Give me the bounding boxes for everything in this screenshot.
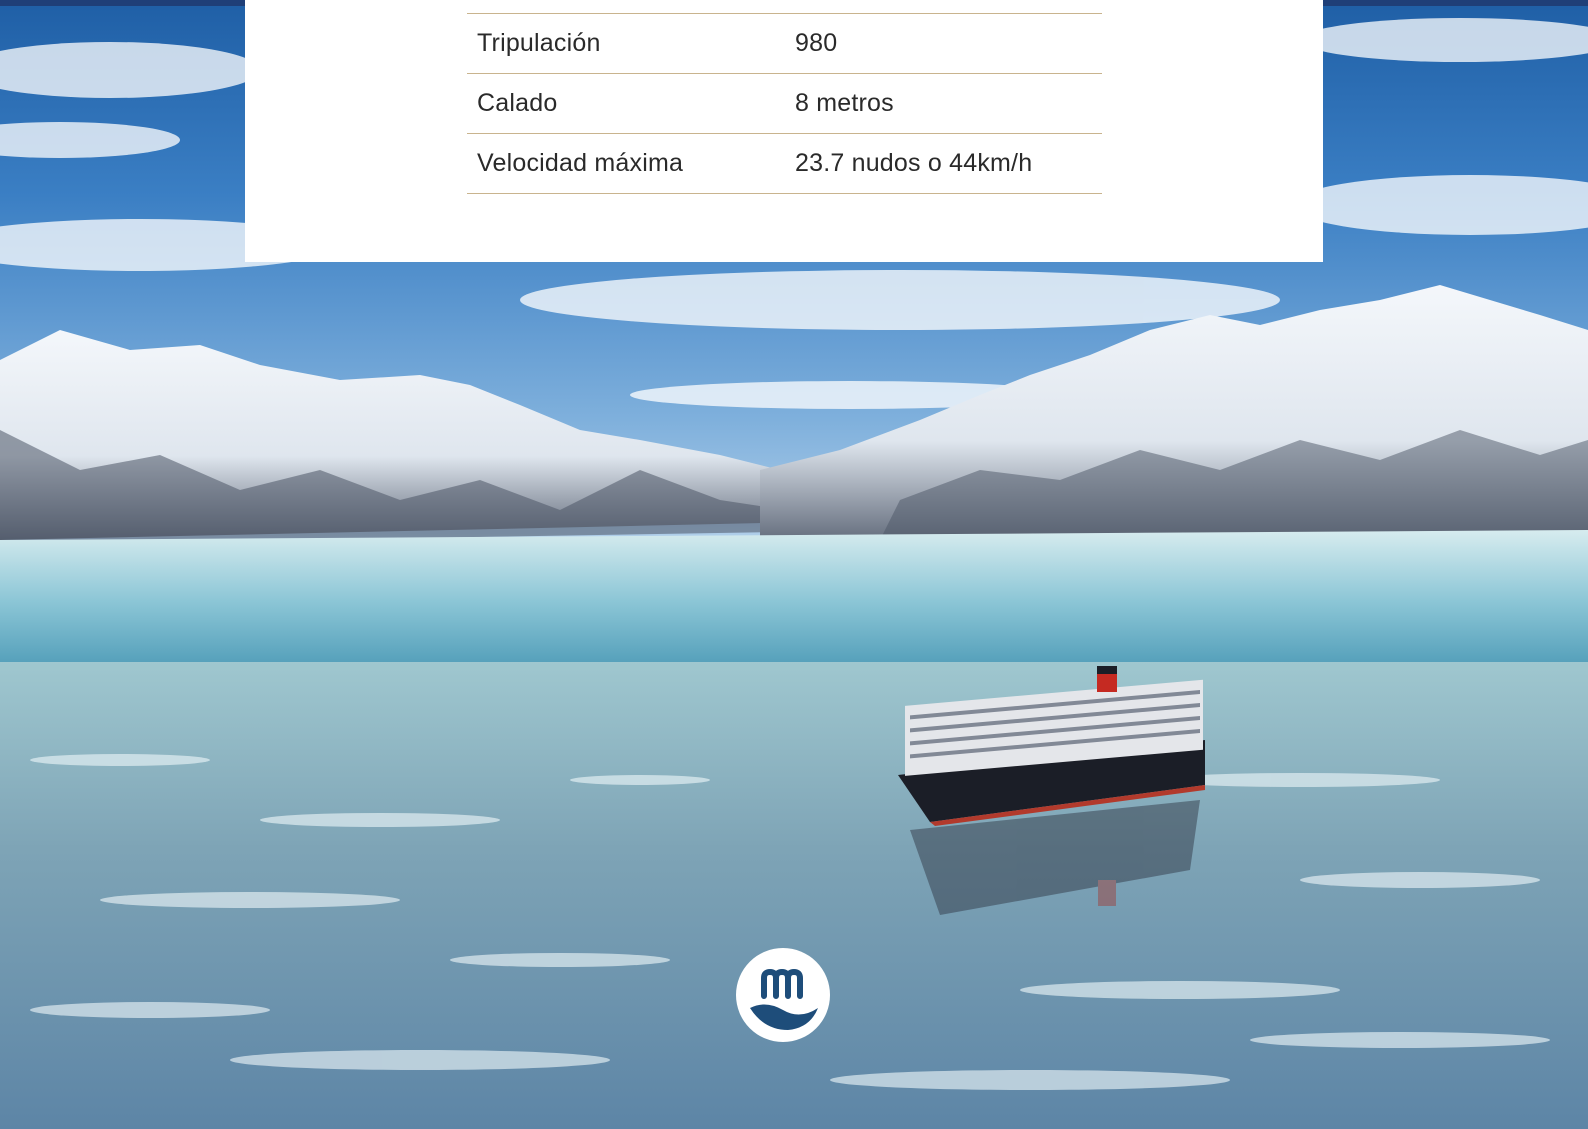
table-row: Tripulación 980	[467, 13, 1102, 74]
ship-specs-table: Tripulación 980 Calado 8 metros Velocida…	[467, 13, 1102, 194]
brochure-page: Tripulación 980 Calado 8 metros Velocida…	[0, 0, 1588, 1129]
spec-value: 980	[785, 13, 1102, 74]
glacier-wall	[0, 530, 1588, 672]
table-row: Calado 8 metros	[467, 73, 1102, 134]
spec-value: 8 metros	[785, 73, 1102, 134]
spec-label: Calado	[467, 73, 785, 134]
spec-value: 23.7 nudos o 44km/h	[785, 133, 1102, 194]
table-row: Velocidad máxima 23.7 nudos o 44km/h	[467, 133, 1102, 194]
spec-label: Velocidad máxima	[467, 133, 785, 194]
brand-m-wave-icon	[736, 948, 830, 1042]
spec-label: Tripulación	[467, 13, 785, 74]
